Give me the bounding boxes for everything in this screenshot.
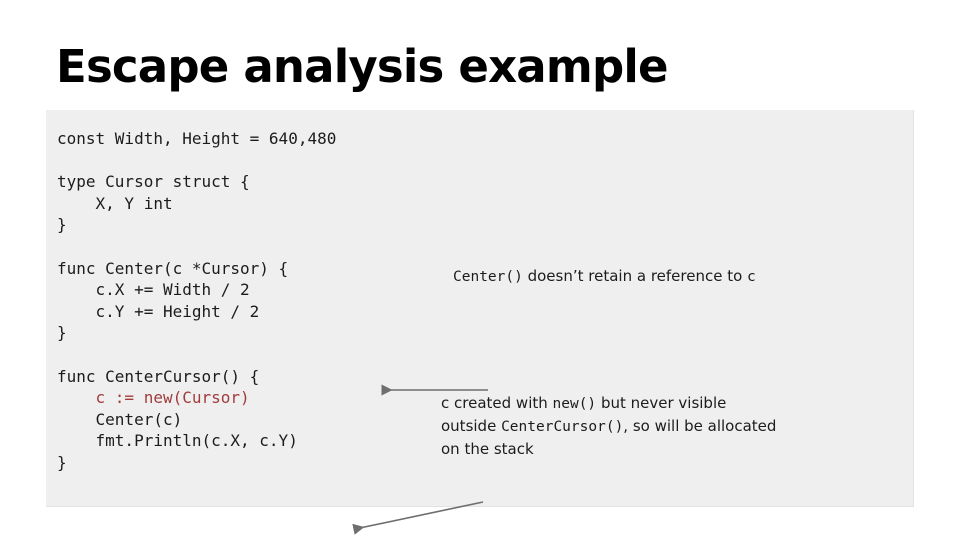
code-line: c.X += Width / 2 (57, 280, 250, 300)
annotation-segment: new() (552, 396, 597, 412)
page-title: Escape analysis example (56, 40, 669, 93)
code-line: Center(c) (57, 409, 183, 429)
slide-canvas: Escape analysis example const Width, Hei… (0, 0, 960, 540)
annotation-new-stack-allocated: c created with new() but never visible o… (441, 392, 786, 460)
arrow-to-new-cursor (352, 501, 484, 535)
annotation-segment: c created with (441, 394, 553, 412)
code-line: fmt.Println(c.X, c.Y) (57, 431, 298, 451)
code-line: type Cursor struct { (57, 172, 250, 192)
code-line: c.Y += Height / 2 (57, 301, 260, 321)
code-line-highlighted: c := new(Cursor) (57, 388, 250, 408)
code-line: const Width, Height = 640,480 (57, 129, 337, 148)
annotation-segment: CenterCursor() (501, 419, 624, 435)
code-line: X, Y int (57, 193, 173, 213)
annotation-segment: doesn’t retain a reference to (522, 267, 748, 285)
code-listing: const Width, Height = 640,480 type Cursor… (57, 128, 336, 474)
code-line: } (57, 323, 67, 343)
annotation-segment: Center() (453, 269, 523, 285)
code-line: func CenterCursor() { (57, 366, 260, 386)
annotation-center-no-retain: Center() doesn’t retain a reference to c (453, 265, 756, 288)
code-line: } (57, 452, 67, 472)
annotation-segment: c (747, 269, 756, 285)
code-line: } (57, 215, 67, 235)
code-line: func Center(c *Cursor) { (57, 258, 289, 278)
